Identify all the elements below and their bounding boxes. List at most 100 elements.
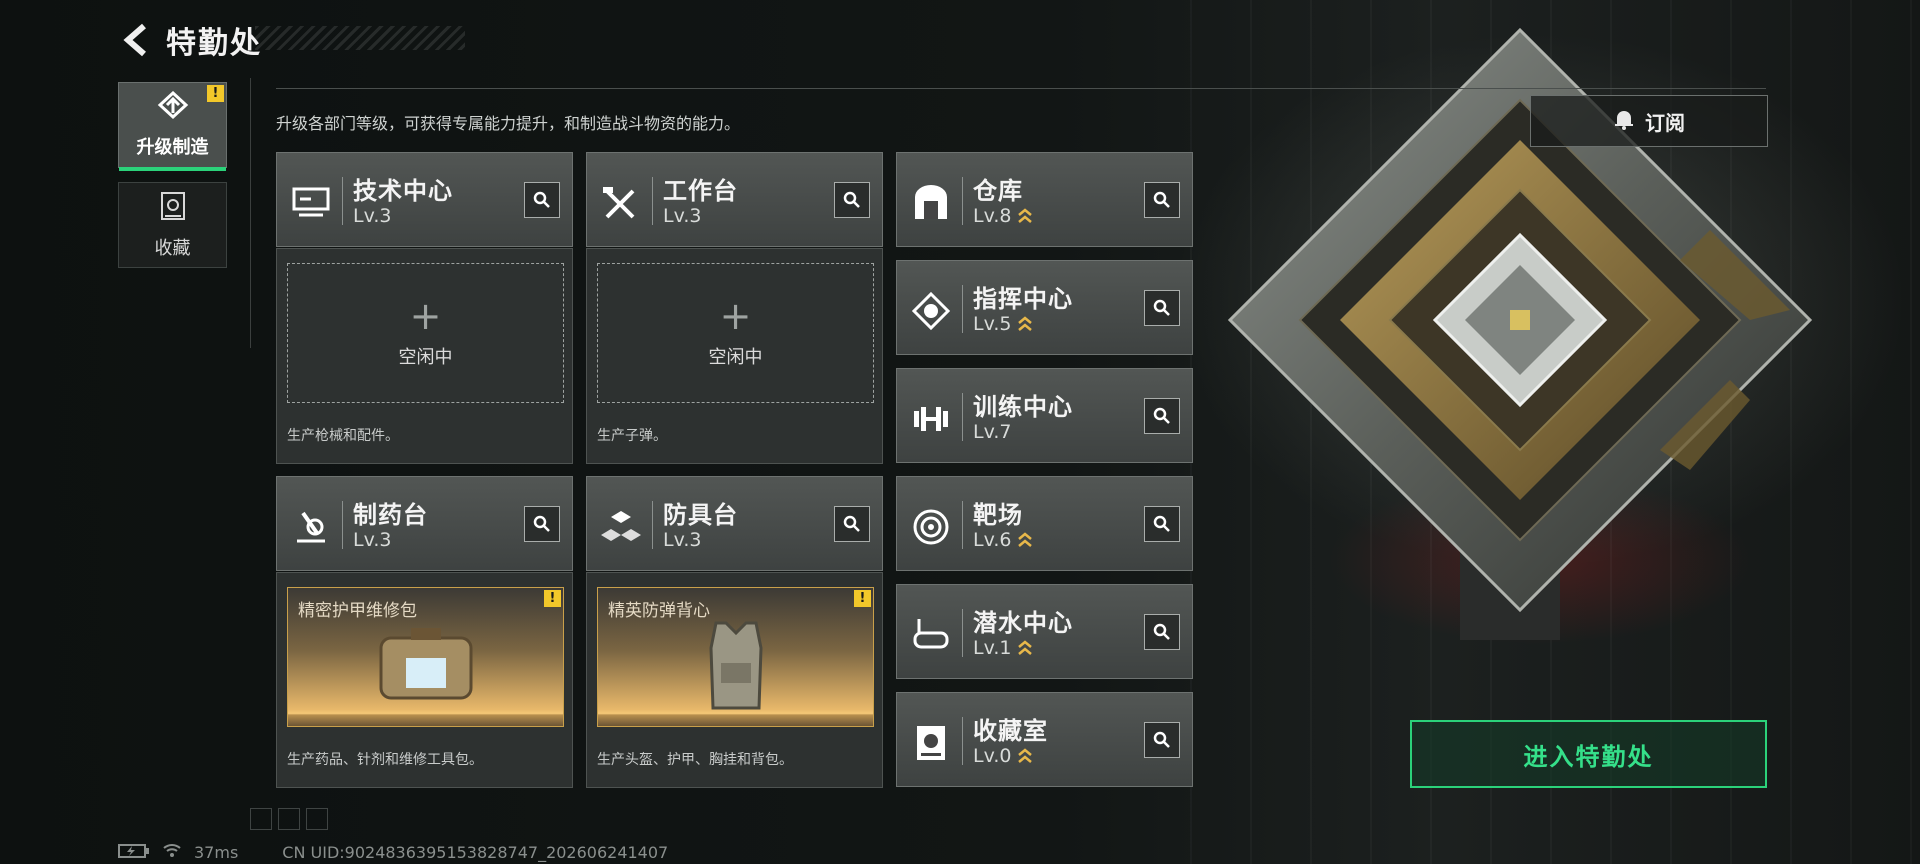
dept-level: Lv.6 <box>973 529 1033 551</box>
dept-name: 潜水中心 <box>973 609 1073 637</box>
bell-icon <box>1613 108 1635 134</box>
crafting-item-name: 精英防弹背心 <box>608 601 710 621</box>
diving-mask-icon <box>909 613 953 657</box>
upgrade-available-icon <box>1017 639 1033 657</box>
warning-badge-icon: ! <box>207 85 224 102</box>
page-description: 升级各部门等级，可获得专属能力提升，和制造战斗物资的能力。 <box>276 114 741 133</box>
wifi-icon <box>162 842 182 862</box>
user-uid: CN UID:9024836395153828747_202606241407 <box>282 842 669 862</box>
target-icon <box>909 505 953 549</box>
dept-name: 指挥中心 <box>973 285 1073 313</box>
warehouse-icon <box>909 181 953 225</box>
tools-icon <box>599 181 643 225</box>
crafting-item-slot[interactable]: 精密护甲维修包 ! <box>287 587 564 727</box>
dept-level: Lv.3 <box>663 529 702 551</box>
chip-icon <box>909 289 953 333</box>
dept-card-pharmacy[interactable]: 制药台 Lv.3 <box>276 476 573 571</box>
enter-headquarters-button[interactable]: 进入特勤处 <box>1410 720 1767 788</box>
search-icon[interactable] <box>1144 398 1180 434</box>
collection-icon <box>159 190 187 226</box>
search-icon[interactable] <box>524 506 560 542</box>
subscribe-label: 订阅 <box>1645 110 1685 135</box>
dumbbell-icon <box>909 397 953 441</box>
plus-icon: + <box>719 294 752 338</box>
dept-name: 仓库 <box>973 177 1023 205</box>
dept-level: Lv.1 <box>973 637 1033 659</box>
search-icon[interactable] <box>1144 290 1180 326</box>
title-decoration <box>255 26 465 50</box>
blocks-icon <box>599 505 643 549</box>
dept-name: 制药台 <box>353 501 428 529</box>
dept-level: Lv.8 <box>973 205 1033 227</box>
dept-level: Lv.5 <box>973 313 1033 335</box>
header-divider <box>276 88 1766 89</box>
dept-card-shooting-range[interactable]: 靶场 Lv.6 <box>896 476 1193 571</box>
search-icon[interactable] <box>1144 506 1180 542</box>
search-icon[interactable] <box>524 182 560 218</box>
production-description: 生产子弹。 <box>597 428 667 444</box>
monitor-icon <box>289 181 333 225</box>
enter-button-label: 进入特勤处 <box>1523 742 1654 771</box>
production-description: 生产药品、针剂和维修工具包。 <box>287 752 483 768</box>
armor-vest-icon <box>708 621 763 710</box>
search-icon[interactable] <box>1144 182 1180 218</box>
armor-repair-kit-icon <box>379 628 472 700</box>
dept-name: 收藏室 <box>973 717 1048 745</box>
dept-card-command-center[interactable]: 指挥中心 Lv.5 <box>896 260 1193 355</box>
production-slot-empty[interactable]: + 空闲中 <box>287 263 564 403</box>
search-icon[interactable] <box>834 182 870 218</box>
battery-icon <box>118 843 150 862</box>
warning-badge-icon: ! <box>544 590 561 607</box>
upgrade-available-icon <box>1017 747 1033 765</box>
production-panel-pharmacy: 精密护甲维修包 ! 生产药品、针剂和维修工具包。 <box>276 572 573 788</box>
upgrade-available-icon <box>1017 531 1033 549</box>
crafting-item-slot[interactable]: 精英防弹背心 ! <box>597 587 874 727</box>
bottom-decoration <box>250 808 328 830</box>
production-description: 生产枪械和配件。 <box>287 428 399 444</box>
dept-level: Lv.3 <box>663 205 702 227</box>
upgrade-available-icon <box>1017 207 1033 225</box>
status-bar: 37ms CN UID:9024836395153828747_20260624… <box>118 842 668 862</box>
dept-name: 训练中心 <box>973 393 1073 421</box>
dept-level: Lv.0 <box>973 745 1033 767</box>
ping-value: 37ms <box>194 842 239 862</box>
production-panel-tech-center: + 空闲中 生产枪械和配件。 <box>276 248 573 464</box>
tab-upgrade-craft[interactable]: 升级制造 ! <box>118 82 227 171</box>
tab-label: 升级制造 <box>136 137 209 158</box>
page-header: 特勤处 <box>118 18 262 62</box>
upgrade-icon <box>156 90 190 125</box>
dept-level: Lv.7 <box>973 421 1012 443</box>
dept-card-tech-center[interactable]: 技术中心 Lv.3 <box>276 152 573 247</box>
microscope-icon <box>289 505 333 549</box>
dept-level: Lv.3 <box>353 529 392 551</box>
dept-name: 靶场 <box>973 501 1023 529</box>
dept-level: Lv.3 <box>353 205 392 227</box>
production-panel-armor-bench: 精英防弹背心 ! 生产头盔、护甲、胸挂和背包。 <box>586 572 883 788</box>
sidebar-divider <box>250 78 251 348</box>
dept-card-warehouse[interactable]: 仓库 Lv.8 <box>896 152 1193 247</box>
search-icon[interactable] <box>834 506 870 542</box>
tab-collection[interactable]: 收藏 <box>118 182 227 268</box>
page-title: 特勤处 <box>166 26 262 61</box>
slot-status: 空闲中 <box>708 347 763 368</box>
dept-card-workbench[interactable]: 工作台 Lv.3 <box>586 152 883 247</box>
dept-name: 工作台 <box>663 177 738 205</box>
upgrade-available-icon <box>1017 315 1033 333</box>
subscribe-button[interactable]: 订阅 <box>1530 95 1768 147</box>
production-slot-empty[interactable]: + 空闲中 <box>597 263 874 403</box>
dept-card-collection-room[interactable]: 收藏室 Lv.0 <box>896 692 1193 787</box>
dept-card-armor-bench[interactable]: 防具台 Lv.3 <box>586 476 883 571</box>
search-icon[interactable] <box>1144 614 1180 650</box>
dept-name: 技术中心 <box>353 177 453 205</box>
warning-badge-icon: ! <box>854 590 871 607</box>
dept-card-training-center[interactable]: 训练中心 Lv.7 <box>896 368 1193 463</box>
dept-name: 防具台 <box>663 501 738 529</box>
production-panel-workbench: + 空闲中 生产子弹。 <box>586 248 883 464</box>
production-description: 生产头盔、护甲、胸挂和背包。 <box>597 752 793 768</box>
plus-icon: + <box>409 294 442 338</box>
search-icon[interactable] <box>1144 722 1180 758</box>
vault-icon <box>909 721 953 765</box>
back-arrow-icon[interactable] <box>118 23 152 57</box>
slot-status: 空闲中 <box>398 347 453 368</box>
dept-card-diving-center[interactable]: 潜水中心 Lv.1 <box>896 584 1193 679</box>
